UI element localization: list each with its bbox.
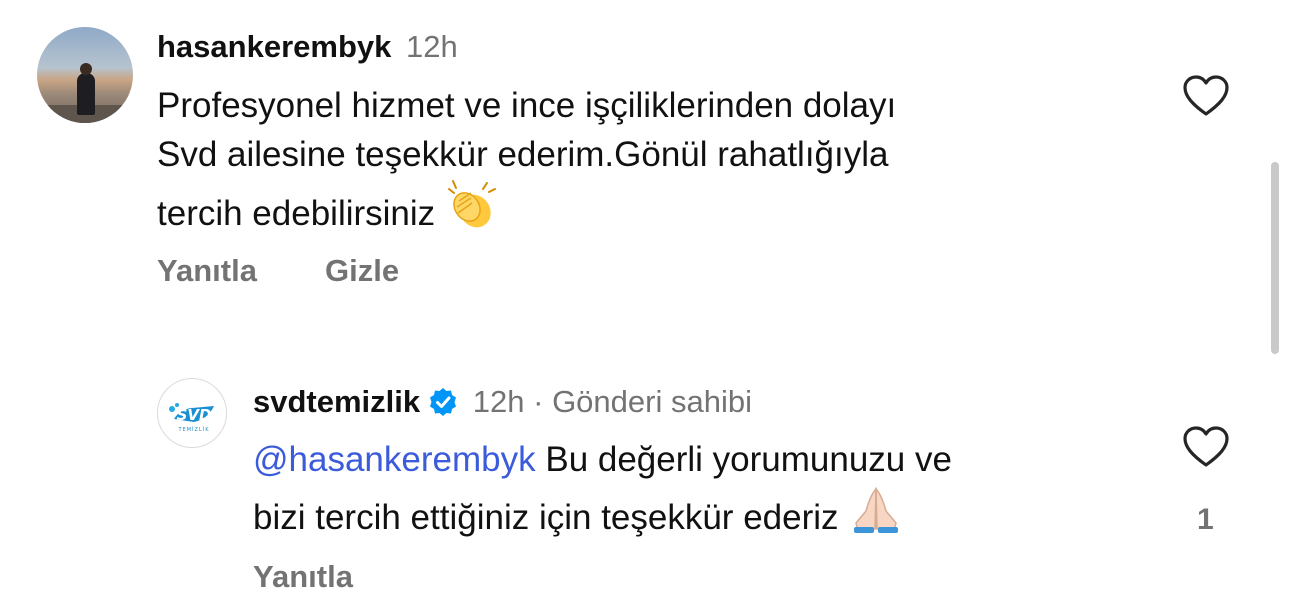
- post-owner-label: Gönderi sahibi: [552, 384, 752, 419]
- comment-line: tercih edebilirsiniz: [157, 194, 436, 233]
- comment-line-with-emoji: bizi tercih ettiğiniz için teşekkür eder…: [253, 485, 952, 549]
- avatar-figure: [77, 73, 95, 115]
- comment-time: 12h: [406, 29, 458, 64]
- avatar[interactable]: [37, 27, 133, 123]
- hide-button[interactable]: Gizle: [325, 251, 399, 291]
- folded-hands-icon: [848, 485, 904, 549]
- comment-header: svdtemizlik 12h · Gönderi sahibi: [253, 382, 752, 422]
- comment-text: Profesyonel hizmet ve ince işçiliklerind…: [157, 82, 896, 245]
- like-heart-icon[interactable]: [1182, 425, 1230, 469]
- logo-subtext: TEMİZLİK: [178, 426, 210, 433]
- like-heart-icon[interactable]: [1182, 74, 1230, 118]
- comment-time: 12h: [472, 384, 525, 419]
- comment-line: @hasankerembyk Bu değerli yorumunuzu ve: [253, 436, 952, 485]
- logo-text: SVD: [177, 406, 212, 424]
- comment-line-text: bizi tercih ettiğiniz için teşekkür eder…: [253, 497, 839, 537]
- comment-line: Svd ailesine teşekkür ederim.Gönül rahat…: [157, 134, 889, 174]
- scrollbar[interactable]: [1271, 162, 1279, 354]
- verified-badge-icon: [428, 387, 458, 417]
- comment-username[interactable]: svdtemizlik: [253, 384, 420, 419]
- comment-line: Profesyonel hizmet ve ince işçiliklerind…: [157, 86, 897, 125]
- reply-button[interactable]: Yanıtla: [157, 251, 257, 291]
- comment-line-with-emoji: tercih edebilirsiniz: [157, 179, 896, 245]
- comment-line-text: Bu değerli yorumunuzu ve: [545, 440, 952, 479]
- avatar[interactable]: SVD TEMİZLİK: [157, 378, 227, 448]
- comment-header: hasankerembyk 12h: [157, 27, 458, 67]
- clapping-hands-icon: [445, 179, 501, 245]
- comment-text: @hasankerembyk Bu değerli yorumunuzu ve …: [253, 436, 952, 548]
- comment-username[interactable]: hasankerembyk: [157, 29, 391, 64]
- meta-separator: ·: [533, 384, 544, 419]
- avatar-head: [80, 63, 92, 75]
- reply-button[interactable]: Yanıtla: [253, 557, 353, 597]
- mention-link[interactable]: @hasankerembyk: [253, 440, 536, 479]
- like-count: 1: [1197, 503, 1214, 536]
